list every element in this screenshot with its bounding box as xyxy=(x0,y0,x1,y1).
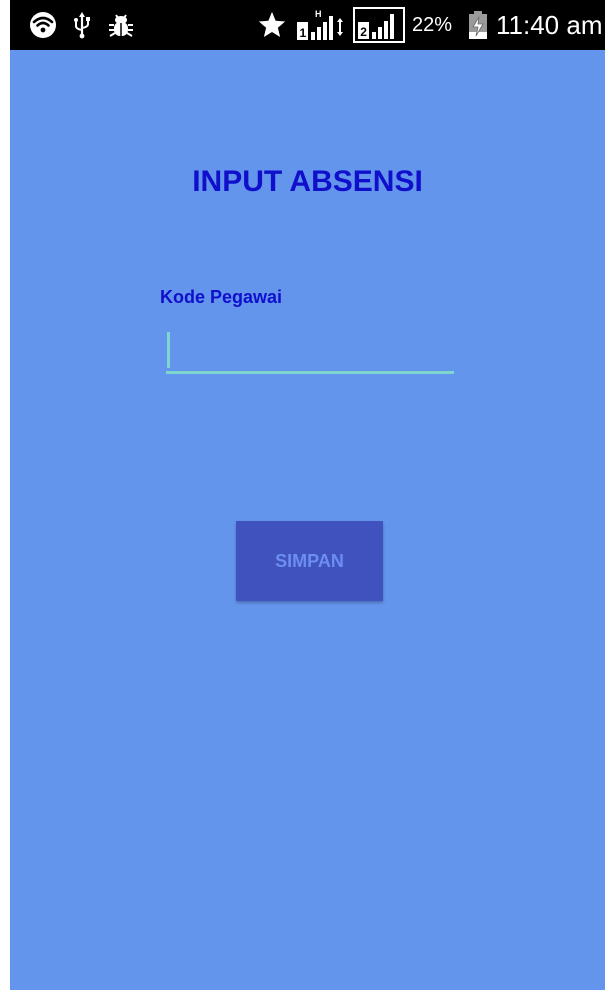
status-bar: H 1 2 22% 11:40 am xyxy=(10,0,605,50)
text-cursor xyxy=(167,332,170,368)
usb-icon xyxy=(72,0,92,50)
svg-text:2: 2 xyxy=(360,25,367,39)
battery-charging-icon xyxy=(466,0,490,50)
signal-sim1-icon: H 1 xyxy=(295,0,349,50)
input-underline xyxy=(166,371,454,374)
debug-bug-icon xyxy=(106,0,136,50)
signal-sim2-icon: 2 xyxy=(352,0,406,50)
svg-text:H: H xyxy=(315,9,322,19)
star-icon xyxy=(256,0,288,50)
employee-code-input[interactable] xyxy=(166,328,454,370)
page-title: INPUT ABSENSI xyxy=(192,165,423,198)
app-screen: H 1 2 22% 11:40 am INPUT ABSENSI Kode Pe… xyxy=(10,0,605,990)
clock-time: 11:40 am xyxy=(496,10,603,40)
svg-text:1: 1 xyxy=(300,26,307,40)
wifi-icon xyxy=(28,0,58,50)
battery-percent: 22% xyxy=(412,14,453,36)
employee-code-label: Kode Pegawai xyxy=(160,287,283,307)
save-button[interactable]: SIMPAN xyxy=(236,521,383,601)
employee-code-field[interactable] xyxy=(166,328,454,374)
